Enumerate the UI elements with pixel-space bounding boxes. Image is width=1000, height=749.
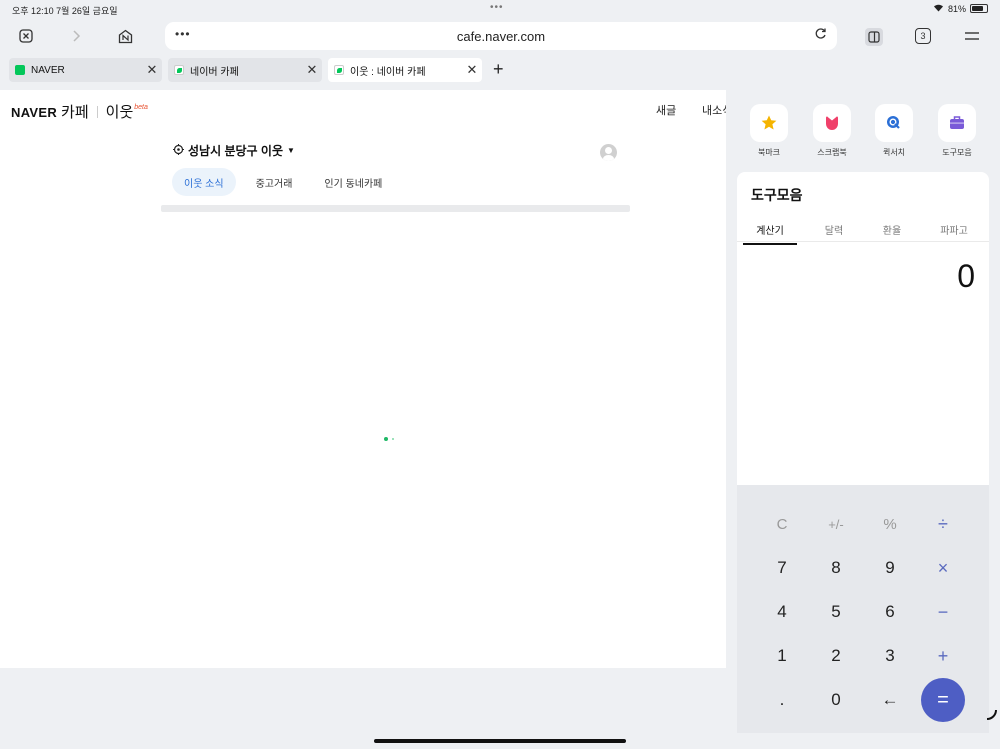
shortcut-toolbox[interactable]: 도구모음 <box>937 104 977 158</box>
new-tab-icon[interactable]: + <box>493 59 504 80</box>
key-0[interactable]: 0 <box>809 680 863 720</box>
key-1[interactable]: 1 <box>755 636 809 676</box>
tab-strip: NAVER ✕ 네이버 카페 ✕ 이웃 : 네이버 카페 ✕ + <box>0 56 1000 84</box>
key-3[interactable]: 3 <box>863 636 917 676</box>
key-multiply[interactable]: × <box>916 548 970 588</box>
key-6[interactable]: 6 <box>863 592 917 632</box>
status-bar: 오후 12:10 7월 26일 금요일 ••• 81% <box>0 0 1000 18</box>
calculator-keypad: C +/- % ÷ 7 8 9 × 4 5 6 − 1 2 3 + . 0 ← … <box>737 485 989 733</box>
tab-close-icon[interactable]: ✕ <box>144 62 160 78</box>
key-7[interactable]: 7 <box>755 548 809 588</box>
battery-percent: 81% <box>947 3 966 14</box>
tool-tab-exchange[interactable]: 환율 <box>865 222 919 237</box>
region-name: 성남시 분당구 이웃 <box>188 144 283 158</box>
battery-icon <box>970 4 988 13</box>
tab-divider <box>737 241 989 242</box>
tab-naver-cafe[interactable]: 네이버 카페 ✕ <box>168 58 322 82</box>
toolbox-title: 도구모음 <box>751 187 803 203</box>
close-tab-icon[interactable] <box>18 28 34 44</box>
tool-tab-bar: 계산기 달력 환율 파파고 <box>737 216 989 245</box>
caret-down-icon: ▼ <box>287 146 295 155</box>
tab-naver[interactable]: NAVER ✕ <box>9 58 162 82</box>
key-4[interactable]: 4 <box>755 592 809 632</box>
key-5[interactable]: 5 <box>809 592 863 632</box>
menu-icon[interactable] <box>964 28 980 44</box>
tool-tab-papago[interactable]: 파파고 <box>927 222 981 237</box>
status-right: 81% <box>933 3 988 14</box>
cafe-favicon-icon <box>174 65 184 75</box>
forward-icon[interactable] <box>68 28 84 44</box>
cafe-favicon-icon <box>334 65 344 75</box>
region-selector[interactable]: 성남시 분당구 이웃 ▼ <box>173 142 295 159</box>
quick-search-icon <box>875 104 913 142</box>
tool-tab-calendar[interactable]: 달력 <box>807 222 861 237</box>
subtab-bar: 이웃 소식 중고거래 인기 동네카페 <box>172 168 395 196</box>
shortcut-row: 북마크 스크랩북 퀵서치 도구모음 <box>726 104 1000 164</box>
toolbox-card: 도구모음 계산기 달력 환율 파파고 0 <box>737 172 989 485</box>
subtab-used-trade[interactable]: 중고거래 <box>243 168 305 196</box>
logo-naver: NAVER <box>11 105 58 120</box>
browser-toolbar: ••• cafe.naver.com 3 <box>0 18 1000 56</box>
subtab-popular-cafes[interactable]: 인기 동네카페 <box>312 168 395 196</box>
cafe-logo[interactable]: NAVER 카페 이웃 beta <box>11 101 148 122</box>
tab-title: NAVER <box>31 64 65 76</box>
wifi-icon <box>933 3 944 14</box>
tab-title: 네이버 카페 <box>190 66 239 78</box>
web-page: NAVER 카페 이웃 beta 새글 내소식 성남시 분당구 이웃 ▼ 이웃 … <box>0 90 726 668</box>
logo-divider <box>96 105 98 118</box>
tab-iut-cafe[interactable]: 이웃 : 네이버 카페 ✕ <box>328 58 482 82</box>
scrap-icon <box>813 104 851 142</box>
loading-spinner <box>384 437 394 441</box>
shortcut-label: 도구모음 <box>942 148 972 157</box>
tool-tab-calculator[interactable]: 계산기 <box>743 222 797 245</box>
address-bar[interactable]: ••• cafe.naver.com <box>165 22 837 50</box>
status-time: 오후 12:10 7월 26일 금요일 <box>12 6 118 16</box>
key-divide[interactable]: ÷ <box>916 504 970 544</box>
side-panel: 북마크 스크랩북 퀵서치 도구모음 도구모음 계산기 달력 환율 파파고 0 C… <box>726 86 1000 749</box>
shortcut-label: 퀵서치 <box>882 148 906 157</box>
shortcut-bookmark[interactable]: 북마크 <box>749 104 789 158</box>
shortcut-scrapbook[interactable]: 스크랩북 <box>812 104 852 158</box>
home-indicator[interactable] <box>374 739 626 743</box>
shortcut-label: 스크랩북 <box>817 148 847 157</box>
calculator-display: 0 <box>957 258 975 294</box>
content-placeholder-bar <box>161 205 630 212</box>
key-minus[interactable]: − <box>916 592 970 632</box>
tab-count-button[interactable]: 3 <box>915 28 931 44</box>
shortcut-quicksearch[interactable]: 퀵서치 <box>874 104 914 158</box>
page-footer-area <box>0 668 726 749</box>
key-equals[interactable]: = <box>921 678 965 722</box>
star-icon <box>750 104 788 142</box>
reload-icon[interactable] <box>814 27 827 43</box>
nav-my-news[interactable]: 내소식 <box>702 102 726 118</box>
key-2[interactable]: 2 <box>809 636 863 676</box>
key-clear[interactable]: C <box>755 504 809 544</box>
nav-new-posts[interactable]: 새글 <box>656 102 676 118</box>
logo-cafe: 카페 <box>61 104 89 121</box>
shortcut-label: 북마크 <box>757 148 781 157</box>
key-plus[interactable]: + <box>916 636 970 676</box>
tab-close-icon[interactable]: ✕ <box>464 62 480 78</box>
key-sign[interactable]: +/- <box>809 504 863 544</box>
naver-favicon-icon <box>15 65 25 75</box>
tab-close-icon[interactable]: ✕ <box>304 62 320 78</box>
tab-title: 이웃 : 네이버 카페 <box>350 66 426 78</box>
location-icon <box>173 143 184 158</box>
subtab-neighbor-news[interactable]: 이웃 소식 <box>172 168 236 196</box>
naver-home-icon[interactable] <box>117 28 133 44</box>
multitask-dots[interactable]: ••• <box>490 2 504 13</box>
key-backspace[interactable]: ← <box>863 680 917 720</box>
toolbox-icon <box>938 104 976 142</box>
profile-avatar-icon[interactable] <box>600 144 617 161</box>
key-9[interactable]: 9 <box>863 548 917 588</box>
url-text: cafe.naver.com <box>456 29 546 44</box>
sidebar-toggle-icon[interactable] <box>865 28 883 46</box>
key-decimal[interactable]: . <box>755 680 809 720</box>
logo-iut: 이웃 <box>105 104 134 121</box>
key-percent[interactable]: % <box>863 504 917 544</box>
key-8[interactable]: 8 <box>809 548 863 588</box>
resize-corner-icon[interactable] <box>985 707 997 725</box>
beta-badge: beta <box>134 104 148 111</box>
